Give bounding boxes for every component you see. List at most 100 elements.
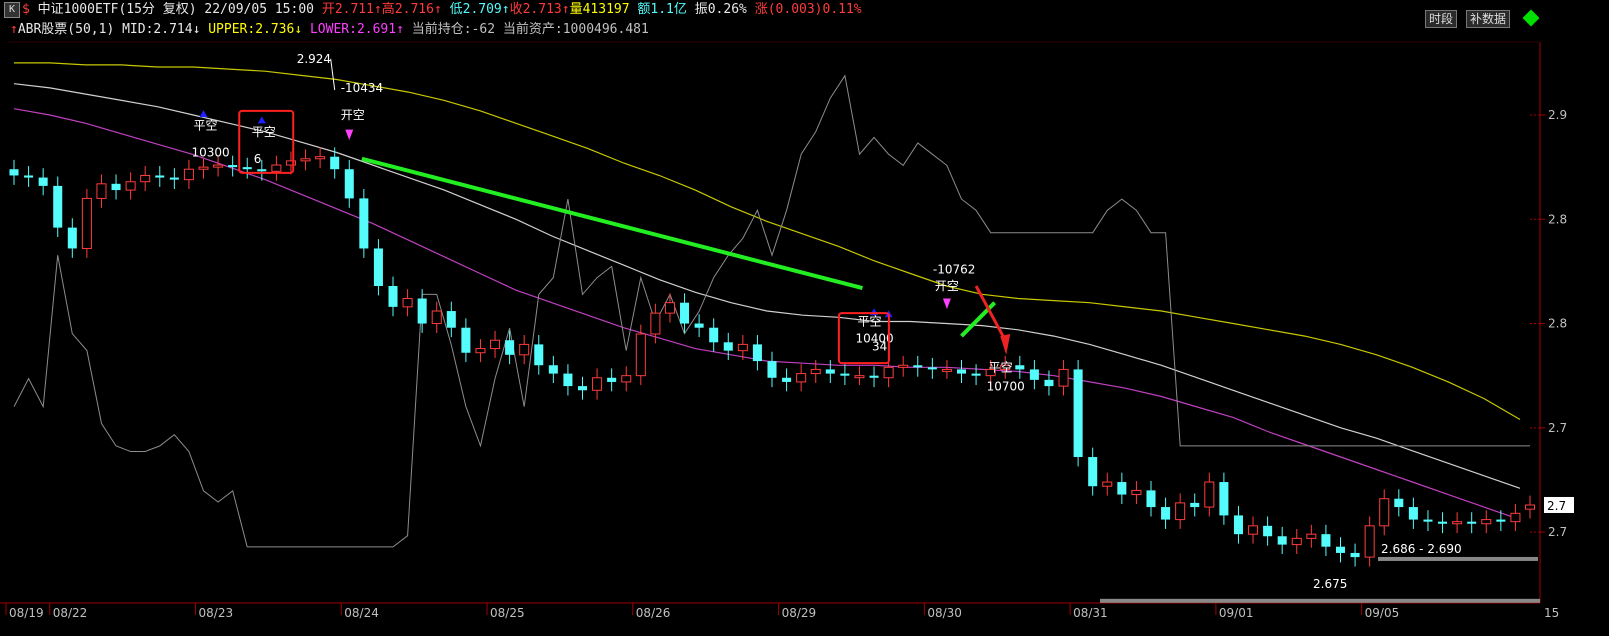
candle-body-up <box>431 310 442 325</box>
candle-body-up <box>592 377 603 391</box>
candle-body-down <box>1350 552 1360 558</box>
y-tick-label: 2.7 <box>1548 421 1567 435</box>
candle-body-down <box>767 361 777 378</box>
candle-body-up <box>621 375 632 383</box>
y-axis: 2.9 2.8 2.8 2.7 2.7 2.7 <box>1530 108 1574 539</box>
candle-body-down <box>782 377 792 382</box>
x-date-label: 08/29 <box>782 606 817 620</box>
candle-body-up <box>125 181 136 191</box>
candle-body-down <box>1190 502 1200 508</box>
candle-body-down <box>1394 498 1404 508</box>
candle-body-up <box>898 364 909 368</box>
candle-body-down <box>1088 457 1098 487</box>
candle-body-up <box>213 164 224 168</box>
candle-body-down <box>1219 482 1229 516</box>
candle-body-down <box>461 327 471 353</box>
x-date-label: 08/25 <box>490 606 525 620</box>
signal-label-1: -10434 <box>341 81 384 95</box>
candle-body-up <box>315 156 326 160</box>
close-short-label-2: 平空 <box>252 125 276 139</box>
candle-body-down <box>1321 534 1331 547</box>
candle-body-up <box>1248 525 1259 535</box>
candle-body-up <box>1364 525 1375 558</box>
qty-10700-label: 10700 <box>987 379 1025 393</box>
candle-body-down <box>548 365 558 374</box>
candle-body-up <box>198 166 209 170</box>
candle-body-up <box>1306 533 1317 539</box>
candle-body-up <box>635 333 646 377</box>
high-price-leader <box>330 58 336 91</box>
candle-body-up <box>941 368 952 372</box>
candle-body-up <box>1510 512 1521 523</box>
qty-10300-label: 10300 <box>192 146 230 160</box>
candle-body-up <box>1058 368 1069 387</box>
candle-body-down <box>359 198 369 249</box>
candle-body-down <box>956 369 967 374</box>
candle-body-down <box>169 177 179 180</box>
close-short-label-4: 平空 <box>989 361 1013 375</box>
candle-body-down <box>257 169 267 172</box>
candle-body-up <box>854 375 865 379</box>
candle-body-up <box>883 366 894 379</box>
candle-body-down <box>913 365 923 368</box>
open-short-label-1: 开空 <box>341 108 365 122</box>
candle-body-down <box>680 302 690 324</box>
candle-body-up <box>650 312 661 335</box>
signal-label-2: -10762 <box>933 262 976 276</box>
candle-body-up <box>402 298 413 308</box>
candles-layer <box>9 147 1536 567</box>
candle-body-down <box>971 373 981 376</box>
candle-body-down <box>869 375 879 378</box>
candlestick-chart[interactable]: 2.92.82.82.72.72.7 08/19 08/22 08/23 08/24 0… <box>0 0 1609 636</box>
buy-marker-icon <box>257 116 266 124</box>
candle-body-up <box>796 373 807 383</box>
candle-body-up <box>183 168 194 181</box>
candle-body-down <box>67 227 77 249</box>
red-arrow-line <box>974 285 1007 341</box>
candle-body-down <box>1408 507 1418 520</box>
x-date-label: 08/23 <box>199 606 234 620</box>
close-short-label-1: 平空 <box>194 119 218 133</box>
chart-frame <box>0 41 1541 604</box>
qty-6-label: 6 <box>254 152 262 166</box>
candle-body-down <box>1233 515 1243 535</box>
candle-body-down <box>1029 369 1039 380</box>
candle-body-down <box>53 185 63 228</box>
candle-body-down <box>24 175 34 178</box>
x-date-label: 08/30 <box>927 606 962 620</box>
candle-body-down <box>1335 546 1346 553</box>
range-label: 2.686 - 2.690 <box>1381 542 1462 556</box>
candle-body-down <box>228 165 238 168</box>
buy-marker-icon <box>199 110 208 118</box>
candle-body-down <box>577 386 588 391</box>
candle-body-down <box>446 311 456 328</box>
candle-body-down <box>388 286 398 307</box>
range-bar-lower <box>1100 598 1540 603</box>
candle-body-down <box>825 369 835 374</box>
candle-body-up <box>1204 481 1215 508</box>
low-price-label: 2.675 <box>1313 577 1347 591</box>
candle-body-down <box>840 373 850 376</box>
candle-body-up <box>140 174 151 183</box>
candle-body-up <box>1175 502 1186 521</box>
candle-body-down <box>723 342 733 351</box>
candle-body-down <box>1277 536 1287 545</box>
candle-body-down <box>155 175 165 178</box>
candle-body-down <box>111 183 121 191</box>
candle-body-up <box>664 302 675 314</box>
candle-body-up <box>271 164 282 172</box>
candle-body-down <box>38 177 48 186</box>
close-short-label-3: 平空 <box>857 315 881 329</box>
candle-body-down <box>752 344 762 362</box>
x-axis: 08/19 08/22 08/23 08/24 08/25 08/26 08/29 08/30… <box>5 603 1559 620</box>
candle-body-down <box>927 367 937 370</box>
red-arrow-head-icon <box>1000 333 1011 355</box>
x-date-label: 09/05 <box>1365 606 1400 620</box>
candle-body-up <box>1452 521 1463 525</box>
candle-body-down <box>1161 507 1171 520</box>
candle-body-up <box>1481 519 1492 525</box>
x-date-label: 08/19 <box>9 606 44 620</box>
sell-marker-icon <box>345 129 354 141</box>
candle-body-down <box>563 373 573 387</box>
high-price-label: 2.924 <box>297 52 331 66</box>
